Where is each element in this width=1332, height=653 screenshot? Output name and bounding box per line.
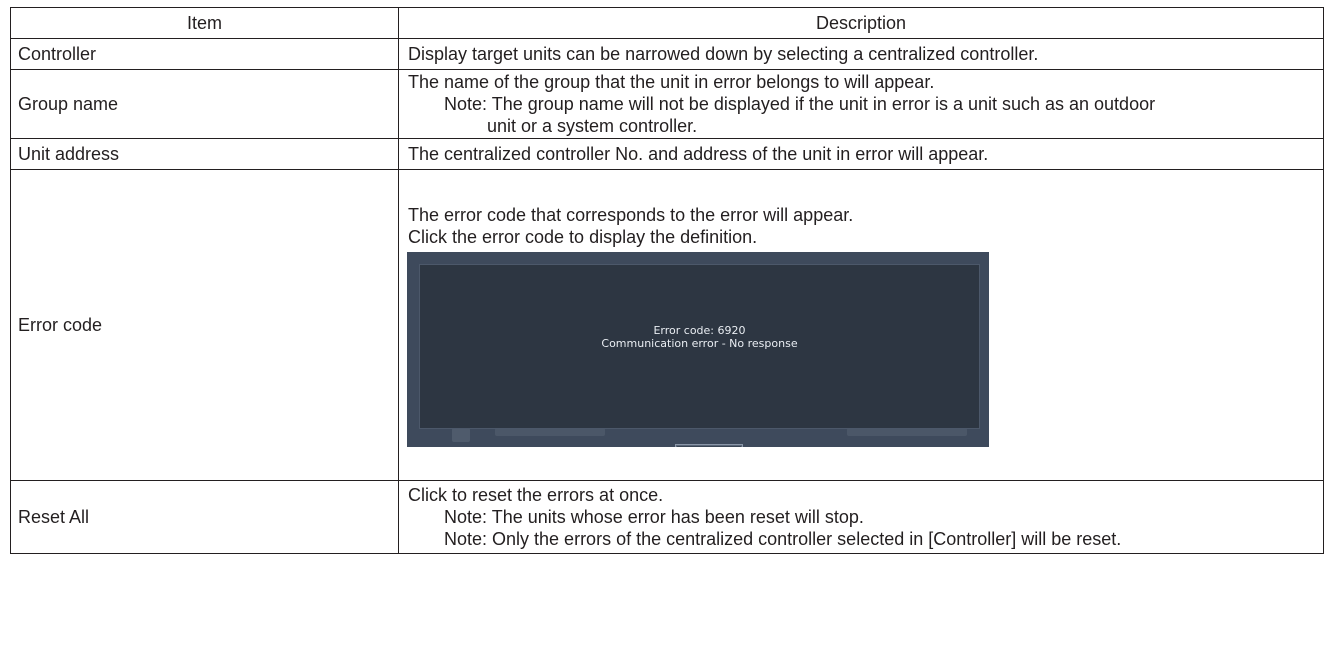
note-text: Note: The units whose error has been res… bbox=[444, 507, 864, 527]
description-text: The name of the group that the unit in e… bbox=[408, 72, 935, 92]
item-cell: Controller bbox=[10, 38, 399, 70]
table-row: Controller Display target units can be n… bbox=[10, 38, 1324, 70]
table-row: Error code The error code that correspon… bbox=[10, 169, 1324, 481]
item-cell: Unit address bbox=[10, 138, 399, 170]
item-cell: Error code bbox=[10, 169, 399, 481]
note-text: Note: The group name will not be display… bbox=[444, 94, 1156, 114]
description-text: The error code that corresponds to the e… bbox=[408, 204, 854, 225]
description-cell: The name of the group that the unit in e… bbox=[398, 69, 1324, 139]
header-item: Item bbox=[10, 7, 399, 39]
error-detail-text: Communication error - No response bbox=[601, 336, 798, 350]
description-table: Item Description Controller Display targ… bbox=[10, 7, 1324, 554]
note-text: Note: Only the errors of the centralized… bbox=[444, 529, 1122, 549]
error-dialog-screenshot: Error code: 6920 Communication error - N… bbox=[407, 251, 989, 447]
item-cell: Reset All bbox=[10, 480, 399, 554]
header-description: Description bbox=[398, 7, 1324, 39]
description-cell: The error code that corresponds to the e… bbox=[398, 169, 1324, 481]
header-row: Item Description bbox=[10, 7, 1324, 39]
item-cell: Group name bbox=[10, 69, 399, 139]
description-text: Click to reset the errors at once. bbox=[408, 485, 664, 505]
ok-button-wrap: OK bbox=[675, 443, 743, 447]
description-cell: Click to reset the errors at once. Note:… bbox=[398, 480, 1324, 554]
note-text-continued: unit or a system controller. bbox=[487, 116, 698, 136]
error-dialog: Error code: 6920 Communication error - N… bbox=[419, 263, 980, 429]
table-row: Reset All Click to reset the errors at o… bbox=[10, 480, 1324, 554]
description-cell: The centralized controller No. and addre… bbox=[398, 138, 1324, 170]
description-text: Click the error code to display the defi… bbox=[408, 226, 758, 247]
error-code-text: Error code: 6920 bbox=[653, 323, 746, 337]
table-row: Group name The name of the group that th… bbox=[10, 69, 1324, 139]
description-cell: Display target units can be narrowed dow… bbox=[398, 38, 1324, 70]
error-message: Error code: 6920 Communication error - N… bbox=[420, 324, 979, 350]
table-row: Unit address The centralized controller … bbox=[10, 138, 1324, 170]
ok-button[interactable]: OK bbox=[675, 443, 743, 447]
